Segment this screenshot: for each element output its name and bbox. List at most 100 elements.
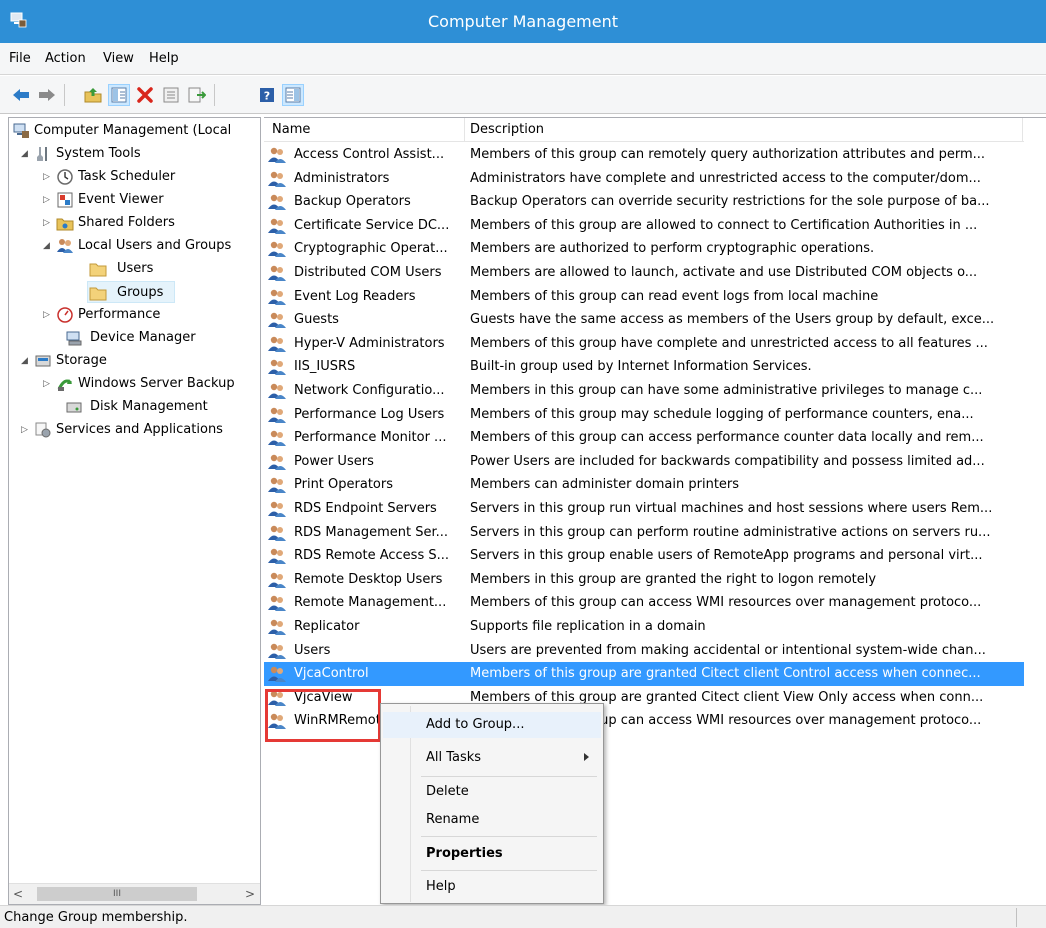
export-list-icon[interactable] (186, 84, 208, 106)
forward-icon[interactable] (36, 84, 58, 106)
table-row[interactable]: Replicator Supports file replication in a… (264, 615, 1024, 639)
tree-item-local-users-and-groups[interactable]: ◢ Local Users and Groups (9, 235, 260, 257)
properties-icon[interactable] (160, 84, 182, 106)
group-icon (267, 618, 287, 636)
tree-label: Event Viewer (78, 192, 164, 207)
expanded-arrow-icon[interactable]: ◢ (43, 241, 53, 251)
menu-item-help[interactable]: Help (383, 874, 601, 900)
table-row[interactable]: Distributed COM Users Members are allowed… (264, 261, 1024, 285)
group-description: Power Users are included for backwards c… (470, 453, 985, 469)
shared-folder-icon (56, 218, 74, 231)
tree-label: Shared Folders (78, 215, 175, 230)
tree-item-users[interactable]: Users (9, 258, 260, 280)
menu-action[interactable]: Action (45, 51, 86, 66)
group-icon (267, 571, 287, 589)
tree-item-performance[interactable]: ▷ Performance (9, 304, 260, 326)
menu-item-all-tasks[interactable]: All Tasks (383, 745, 601, 771)
performance-icon (57, 307, 73, 323)
tree-item-disk-management[interactable]: Disk Management (9, 396, 260, 418)
tree-label: Users (117, 261, 154, 276)
tree-item-device-manager[interactable]: Device Manager (9, 327, 260, 349)
group-icon (267, 193, 287, 211)
table-row[interactable]: Hyper-V Administrators Members of this gr… (264, 332, 1024, 356)
tree-item-system-tools[interactable]: ◢ System Tools (9, 143, 260, 165)
collapsed-arrow-icon[interactable]: ▷ (43, 310, 53, 320)
column-header-name[interactable]: Name (272, 122, 310, 137)
table-row[interactable]: VjcaView Members of this group are grante… (264, 686, 1024, 710)
scroll-thumb[interactable]: III (37, 887, 197, 901)
folder-icon (89, 263, 107, 277)
table-row[interactable]: Remote Desktop Users Members in this grou… (264, 568, 1024, 592)
group-name: Administrators (294, 170, 390, 186)
table-row[interactable]: Print Operators Members can administer do… (264, 473, 1024, 497)
group-description: Built-in group used by Internet Informat… (470, 359, 812, 375)
collapsed-arrow-icon[interactable]: ▷ (21, 425, 31, 435)
collapsed-arrow-icon[interactable]: ▷ (43, 379, 53, 389)
group-icon (267, 146, 287, 164)
tree-item-groups[interactable]: Groups (87, 281, 175, 303)
group-name: Replicator (294, 619, 360, 634)
tree-item-services-and-applications[interactable]: ▷ Services and Applications (9, 419, 260, 441)
group-icon (267, 406, 287, 424)
table-row[interactable]: Access Control Assist... Members of this … (264, 143, 1024, 167)
menu-view[interactable]: View (103, 51, 134, 66)
table-row[interactable]: Users Users are prevented from making acc… (264, 639, 1024, 663)
collapsed-arrow-icon[interactable]: ▷ (43, 218, 53, 228)
tree-item-event-viewer[interactable]: ▷ Event Viewer (9, 189, 260, 211)
device-manager-icon (66, 331, 82, 346)
table-row[interactable]: RDS Endpoint Servers Servers in this grou… (264, 497, 1024, 521)
table-row[interactable]: Cryptographic Operat... Members are autho… (264, 237, 1024, 261)
delete-icon[interactable] (134, 84, 156, 106)
table-row[interactable]: VjcaControl Members of this group are gra… (264, 662, 1024, 687)
table-row[interactable]: Performance Log Users Members of this gro… (264, 403, 1024, 427)
group-description: Members of this group can access perform… (470, 430, 984, 446)
expanded-arrow-icon[interactable]: ◢ (21, 149, 31, 159)
table-row[interactable]: Event Log Readers Members of this group c… (264, 285, 1024, 309)
table-row[interactable]: Backup Operators Backup Operators can ove… (264, 190, 1024, 214)
back-icon[interactable] (10, 84, 32, 106)
table-row[interactable]: IIS_IUSRS Built-in group used by Internet… (264, 355, 1024, 379)
help-icon[interactable]: ? (256, 84, 278, 106)
scroll-left-icon[interactable]: < (9, 884, 27, 904)
menu-help[interactable]: Help (149, 51, 179, 66)
tree-label: Disk Management (90, 399, 208, 414)
tree-item-shared-folders[interactable]: ▷ Shared Folders (9, 212, 260, 234)
menu-item-properties[interactable]: Properties (383, 841, 601, 867)
table-row[interactable]: WinRMRemoteWMIUsers__Members of this gro… (264, 709, 1024, 733)
table-row[interactable]: Performance Monitor ... Members of this g… (264, 426, 1024, 450)
scroll-right-icon[interactable]: > (241, 884, 259, 904)
table-row[interactable]: Certificate Service DC... Members of this… (264, 214, 1024, 238)
group-name: Power Users (294, 453, 374, 469)
tree-label: Storage (56, 353, 107, 368)
tree-item-storage[interactable]: ◢ Storage (9, 350, 260, 372)
tree-item-windows-server-backup[interactable]: ▷ Windows Server Backup (9, 373, 260, 395)
table-row[interactable]: Guests Guests have the same access as mem… (264, 308, 1024, 332)
group-name: Distributed COM Users (294, 265, 442, 280)
group-description: Backup Operators can override security r… (470, 194, 990, 210)
console-tree[interactable]: Computer Management (Local ◢ System Tool… (8, 117, 261, 905)
table-row[interactable]: RDS Remote Access S... Servers in this gr… (264, 544, 1024, 568)
table-row[interactable]: Remote Management... Members of this grou… (264, 591, 1024, 615)
show-hide-action-pane-icon[interactable] (282, 84, 304, 106)
collapsed-arrow-icon[interactable]: ▷ (43, 172, 53, 182)
tree-item-computer-management[interactable]: Computer Management (Local (9, 120, 260, 142)
group-icon (267, 476, 287, 494)
menu-file[interactable]: File (9, 51, 31, 66)
table-row[interactable]: Administrators Administrators have comple… (264, 167, 1024, 191)
group-icon (267, 689, 287, 707)
submenu-arrow-icon (584, 753, 589, 761)
collapsed-arrow-icon[interactable]: ▷ (43, 195, 53, 205)
group-description: Members of this group have complete and … (470, 335, 988, 351)
show-hide-console-tree-icon[interactable] (108, 84, 130, 106)
menu-item-rename[interactable]: Rename (383, 807, 601, 833)
tree-horizontal-scrollbar[interactable]: < III > (9, 883, 260, 904)
table-row[interactable]: RDS Management Ser... Servers in this gro… (264, 521, 1024, 545)
expanded-arrow-icon[interactable]: ◢ (21, 356, 31, 366)
tree-item-task-scheduler[interactable]: ▷ Task Scheduler (9, 166, 260, 188)
table-row[interactable]: Network Configuratio... Members in this g… (264, 379, 1024, 403)
menu-item-add-to-group[interactable]: Add to Group... (383, 712, 601, 738)
up-folder-icon[interactable] (82, 84, 104, 106)
table-row[interactable]: Power Users Power Users are included for … (264, 450, 1024, 474)
column-header-description[interactable]: Description (470, 122, 544, 137)
menu-item-delete[interactable]: Delete (383, 779, 601, 805)
